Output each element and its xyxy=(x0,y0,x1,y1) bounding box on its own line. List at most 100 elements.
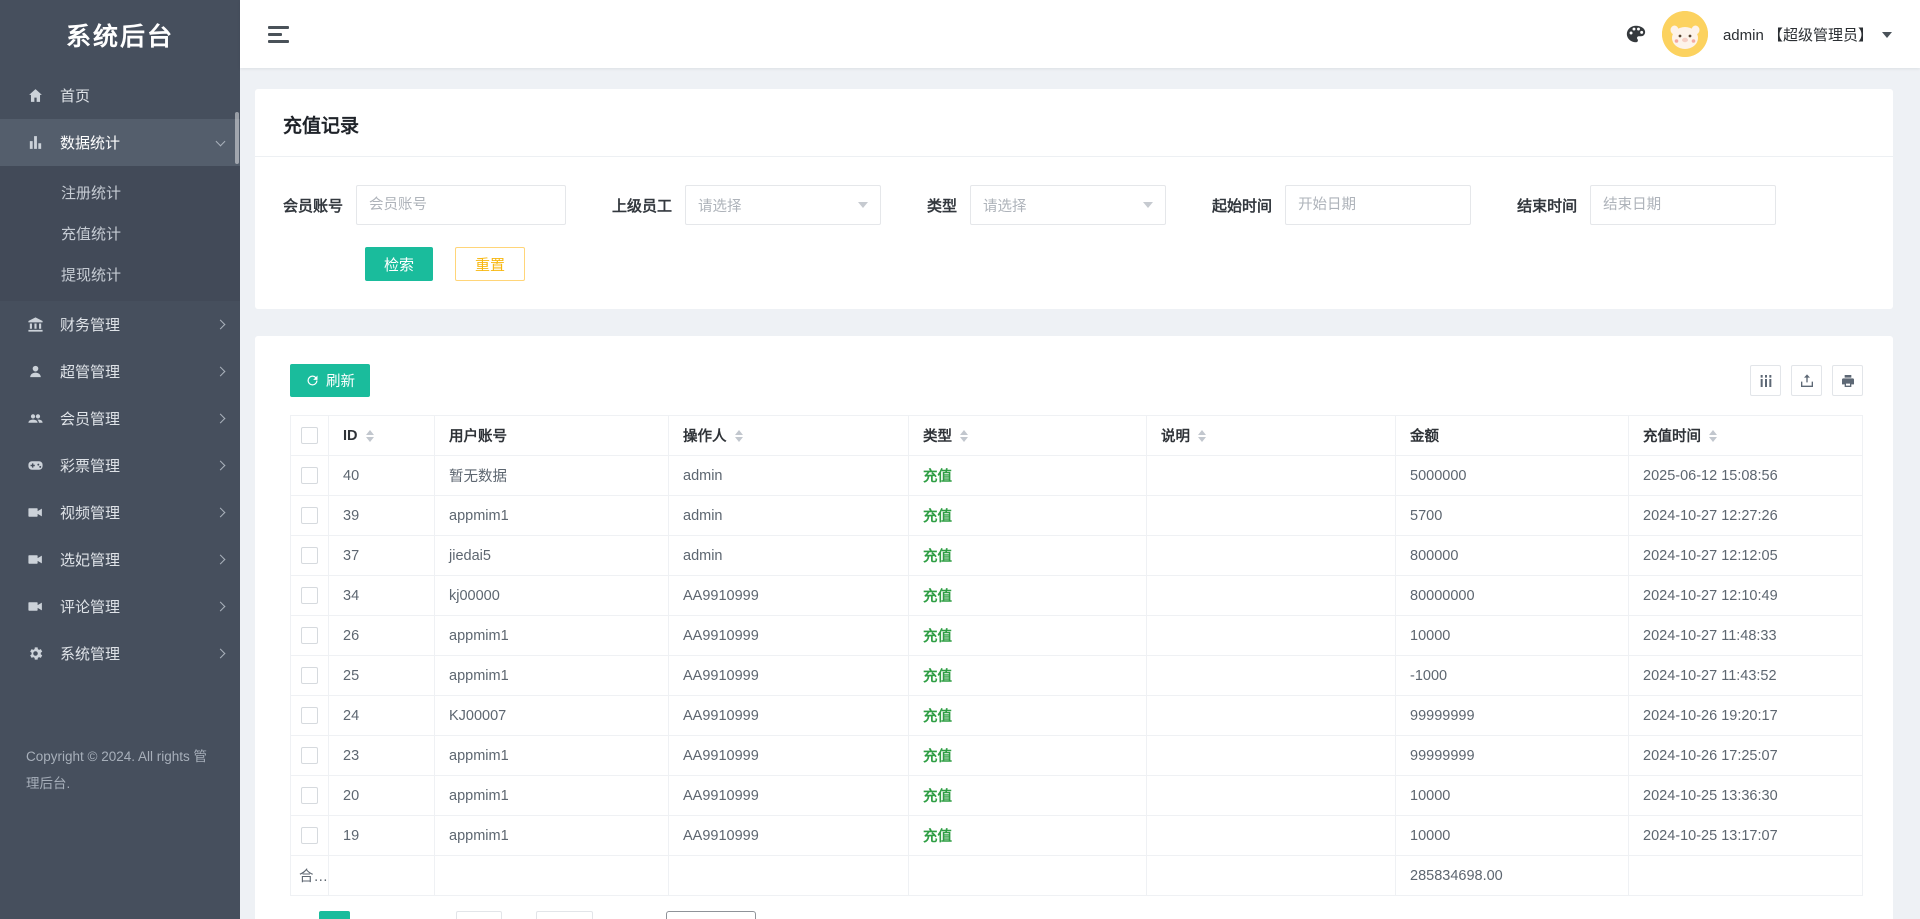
column-header: 金额 xyxy=(1396,416,1629,456)
table-row: 37jiedai5admin充值8000002024-10-27 12:12:0… xyxy=(291,536,1863,576)
sort-icon[interactable] xyxy=(960,430,968,442)
user-avatar[interactable] xyxy=(1662,11,1708,57)
member-account-input[interactable] xyxy=(356,185,566,225)
row-checkbox[interactable] xyxy=(301,547,318,564)
cell-note xyxy=(1147,456,1396,496)
user-menu[interactable]: admin 【超级管理员】 xyxy=(1723,24,1892,45)
chevron-down-icon xyxy=(1882,32,1892,38)
columns-icon xyxy=(1758,373,1774,389)
sidebar-item[interactable]: 彩票管理 xyxy=(0,442,240,489)
row-select-cell xyxy=(291,496,329,536)
summary-label-cell: 合... xyxy=(291,856,329,896)
goto-page-input[interactable] xyxy=(456,911,502,919)
chevron-down-icon xyxy=(1143,202,1153,208)
cell-account: appmim1 xyxy=(435,776,669,816)
column-header-label: 类型 xyxy=(923,425,952,446)
select-placeholder: 请选择 xyxy=(698,195,742,216)
next-page-button[interactable] xyxy=(390,912,416,919)
cell-amount: 80000000 xyxy=(1396,576,1629,616)
row-checkbox[interactable] xyxy=(301,627,318,644)
sidebar-item[interactable]: 数据统计 xyxy=(0,119,240,166)
row-checkbox[interactable] xyxy=(301,747,318,764)
cell-time: 2024-10-27 11:43:52 xyxy=(1629,656,1863,696)
topbar: admin 【超级管理员】 xyxy=(240,0,1920,68)
cell-amount: 800000 xyxy=(1396,536,1629,576)
row-checkbox[interactable] xyxy=(301,827,318,844)
sidebar-subitem[interactable]: 提现统计 xyxy=(0,254,240,295)
page-numbers: 12 xyxy=(316,911,390,919)
cell-id: 40 xyxy=(329,456,435,496)
sidebar-item[interactable]: 财务管理 xyxy=(0,301,240,348)
user-icon xyxy=(26,363,45,380)
theme-palette-icon[interactable] xyxy=(1625,23,1647,45)
sidebar-item[interactable]: 会员管理 xyxy=(0,395,240,442)
cell-note xyxy=(1147,736,1396,776)
columns-toggle-button[interactable] xyxy=(1750,365,1781,396)
cell-type: 充值 xyxy=(909,456,1147,496)
filter-label: 会员账号 xyxy=(283,195,343,216)
row-checkbox[interactable] xyxy=(301,587,318,604)
page-size-select[interactable]: 10 条/页 xyxy=(666,911,755,919)
sort-icon[interactable] xyxy=(1709,430,1717,442)
sort-icon[interactable] xyxy=(366,430,374,442)
sort-icon[interactable] xyxy=(1198,430,1206,442)
row-checkbox[interactable] xyxy=(301,667,318,684)
superior-staff-select[interactable]: 请选择 xyxy=(685,185,881,225)
refresh-button[interactable]: 刷新 xyxy=(290,364,370,397)
cell-type: 充值 xyxy=(909,736,1147,776)
sidebar-scrollbar[interactable] xyxy=(235,112,239,164)
export-button[interactable] xyxy=(1791,365,1822,396)
cell-time: 2024-10-27 12:10:49 xyxy=(1629,576,1863,616)
goto-confirm-button[interactable]: 确定 xyxy=(536,911,593,919)
row-checkbox[interactable] xyxy=(301,507,318,524)
cell-amount: 10000 xyxy=(1396,816,1629,856)
sidebar-item[interactable]: 视频管理 xyxy=(0,489,240,536)
row-select-cell xyxy=(291,816,329,856)
table-row: 23appmim1AA9910999充值999999992024-10-26 1… xyxy=(291,736,1863,776)
cell-type: 充值 xyxy=(909,496,1147,536)
filter-label: 类型 xyxy=(927,195,957,216)
table-header-row: ID用户账号操作人类型说明金额充值时间 xyxy=(291,416,1863,456)
sidebar-subitem[interactable]: 注册统计 xyxy=(0,172,240,213)
table-row: 39appmim1admin充值57002024-10-27 12:27:26 xyxy=(291,496,1863,536)
page-number-button[interactable]: 1 xyxy=(319,911,350,919)
summary-amount-cell: 285834698.00 xyxy=(1396,856,1629,896)
table-row: 40暂无数据admin充值50000002025-06-12 15:08:56 xyxy=(291,456,1863,496)
sort-icon[interactable] xyxy=(735,430,743,442)
end-time-input[interactable] xyxy=(1590,185,1776,225)
select-placeholder: 请选择 xyxy=(983,195,1027,216)
start-time-input[interactable] xyxy=(1285,185,1471,225)
sidebar-item[interactable]: 系统管理 xyxy=(0,630,240,677)
row-select-cell xyxy=(291,656,329,696)
records-table: ID用户账号操作人类型说明金额充值时间 40暂无数据admin充值5000000… xyxy=(290,415,1863,896)
sidebar-subitem[interactable]: 充值统计 xyxy=(0,213,240,254)
cell-id: 39 xyxy=(329,496,435,536)
type-select[interactable]: 请选择 xyxy=(970,185,1166,225)
sidebar-item-label: 财务管理 xyxy=(60,314,120,335)
video-icon xyxy=(26,598,45,615)
sidebar-item[interactable]: 首页 xyxy=(0,72,240,119)
bank-icon xyxy=(26,316,45,333)
select-all-checkbox[interactable] xyxy=(301,427,318,444)
sidebar-item[interactable]: 超管管理 xyxy=(0,348,240,395)
chevron-right-icon xyxy=(216,320,226,330)
cell-type: 充值 xyxy=(909,536,1147,576)
page-number-button[interactable]: 2 xyxy=(356,911,387,919)
table-row: 19appmim1AA9910999充值100002024-10-25 13:1… xyxy=(291,816,1863,856)
reset-button[interactable]: 重置 xyxy=(455,247,525,281)
menu-toggle-icon[interactable] xyxy=(268,26,289,43)
sidebar-item[interactable]: 选妃管理 xyxy=(0,536,240,583)
column-header-label: 用户账号 xyxy=(449,425,507,446)
row-checkbox[interactable] xyxy=(301,707,318,724)
row-checkbox[interactable] xyxy=(301,467,318,484)
prev-page-button[interactable] xyxy=(290,912,316,919)
cell-type: 充值 xyxy=(909,696,1147,736)
print-button[interactable] xyxy=(1832,365,1863,396)
search-button[interactable]: 检索 xyxy=(365,247,433,281)
row-checkbox[interactable] xyxy=(301,787,318,804)
column-header: 说明 xyxy=(1147,416,1396,456)
user-name: admin 【超级管理员】 xyxy=(1723,24,1873,45)
sidebar-item[interactable]: 评论管理 xyxy=(0,583,240,630)
cell-operator: admin xyxy=(669,456,909,496)
filter-group: 会员账号 xyxy=(283,185,566,225)
